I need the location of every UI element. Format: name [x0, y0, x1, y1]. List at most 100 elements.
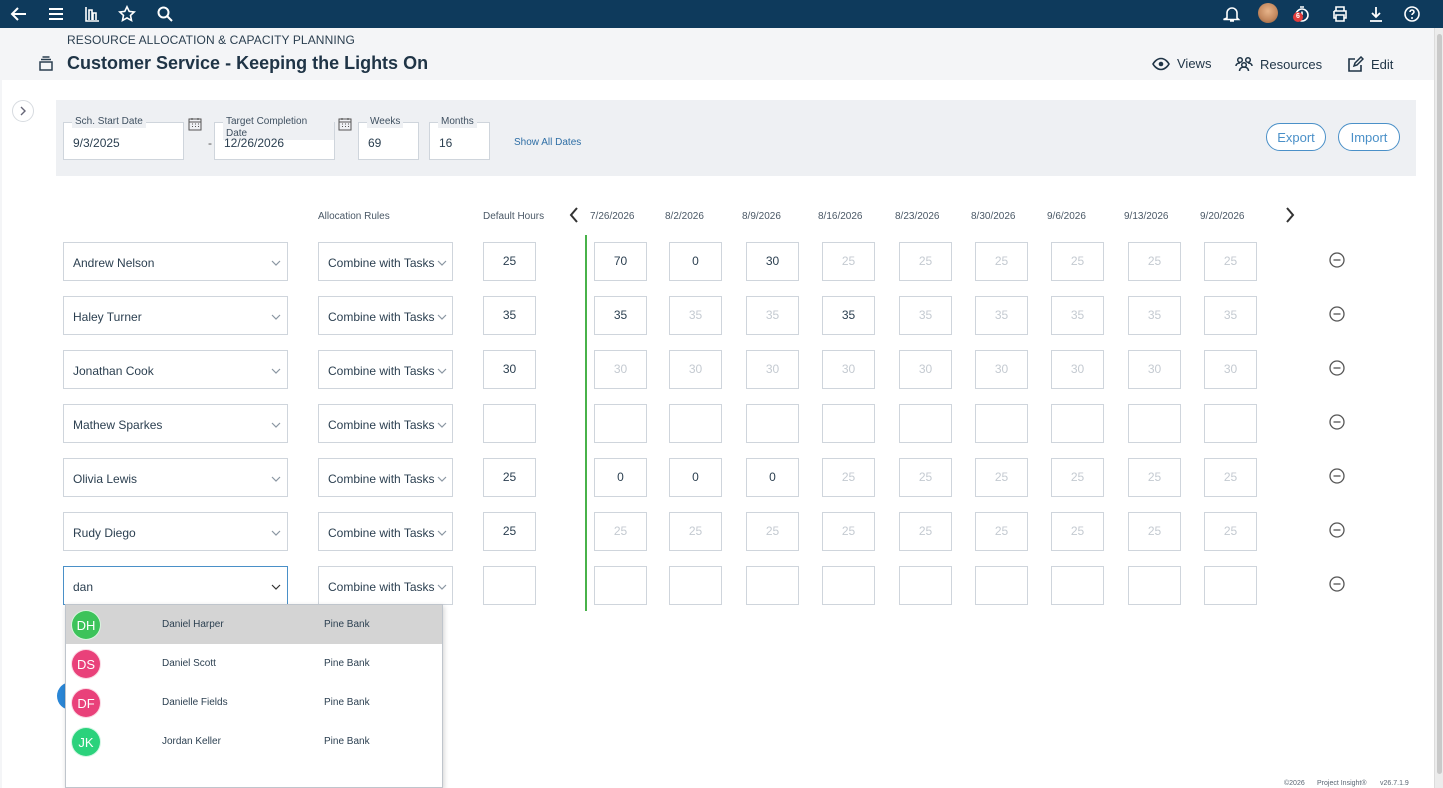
week-hours-input[interactable] — [1128, 404, 1181, 443]
user-avatar[interactable] — [1258, 3, 1278, 23]
views-button[interactable]: Views — [1152, 56, 1211, 71]
prev-weeks-button[interactable] — [568, 206, 580, 229]
resources-button[interactable]: Resources — [1235, 56, 1322, 72]
week-hours-input[interactable]: 0 — [669, 242, 722, 281]
week-hours-input[interactable]: 25 — [822, 242, 875, 281]
allocation-rule-select[interactable]: Combine with Tasks — [318, 566, 453, 605]
target-date-field[interactable]: Target Completion Date 12/26/2026 — [214, 116, 335, 160]
remove-row-icon[interactable] — [1329, 252, 1345, 268]
week-hours-input[interactable]: 25 — [899, 242, 952, 281]
star-icon[interactable] — [115, 2, 139, 26]
default-hours-input[interactable]: 25 — [483, 242, 536, 281]
show-all-dates-link[interactable]: Show All Dates — [514, 137, 581, 148]
print-icon[interactable] — [1328, 2, 1352, 26]
week-hours-input[interactable]: 30 — [746, 350, 799, 389]
week-hours-input[interactable]: 25 — [1128, 242, 1181, 281]
resource-select[interactable]: dan — [63, 566, 288, 605]
week-hours-input[interactable]: 25 — [1204, 458, 1257, 497]
week-hours-input[interactable]: 25 — [822, 512, 875, 551]
week-hours-input[interactable]: 25 — [975, 458, 1028, 497]
week-hours-input[interactable]: 25 — [1051, 242, 1104, 281]
resource-select[interactable]: Andrew Nelson — [63, 242, 288, 281]
week-hours-input[interactable]: 30 — [1128, 350, 1181, 389]
week-hours-input[interactable]: 30 — [899, 350, 952, 389]
breadcrumb[interactable]: RESOURCE ALLOCATION & CAPACITY PLANNING — [67, 33, 355, 47]
week-hours-input[interactable]: 70 — [594, 242, 647, 281]
week-hours-input[interactable]: 25 — [1128, 512, 1181, 551]
week-hours-input[interactable] — [1204, 566, 1257, 605]
default-hours-input[interactable] — [483, 404, 536, 443]
help-icon[interactable] — [1400, 2, 1424, 26]
weeks-field[interactable]: Weeks 69 — [358, 116, 419, 160]
resource-select[interactable]: Rudy Diego — [63, 512, 288, 551]
week-hours-input[interactable] — [669, 404, 722, 443]
week-hours-input[interactable] — [594, 566, 647, 605]
week-hours-input[interactable]: 30 — [822, 350, 875, 389]
week-hours-input[interactable] — [975, 404, 1028, 443]
edit-button[interactable]: Edit — [1347, 56, 1393, 73]
week-hours-input[interactable]: 25 — [899, 512, 952, 551]
week-hours-input[interactable]: 25 — [669, 512, 722, 551]
week-hours-input[interactable] — [669, 566, 722, 605]
months-field[interactable]: Months 16 — [429, 116, 490, 160]
sidebar-toggle[interactable] — [12, 100, 34, 122]
week-hours-input[interactable] — [746, 404, 799, 443]
week-hours-input[interactable]: 30 — [669, 350, 722, 389]
week-hours-input[interactable] — [1051, 404, 1104, 443]
week-hours-input[interactable] — [1204, 404, 1257, 443]
dropdown-option[interactable]: DH Daniel Harper Pine Bank — [66, 605, 442, 644]
week-hours-input[interactable] — [899, 404, 952, 443]
week-hours-input[interactable]: 30 — [1204, 350, 1257, 389]
week-hours-input[interactable] — [1128, 566, 1181, 605]
week-hours-input[interactable]: 35 — [594, 296, 647, 335]
allocation-rule-select[interactable]: Combine with Tasks — [318, 458, 453, 497]
import-button[interactable]: Import — [1338, 123, 1400, 151]
resource-select[interactable]: Haley Turner — [63, 296, 288, 335]
week-hours-input[interactable]: 35 — [975, 296, 1028, 335]
week-hours-input[interactable] — [822, 404, 875, 443]
bell-icon[interactable] — [1220, 2, 1244, 26]
week-hours-input[interactable]: 30 — [975, 350, 1028, 389]
start-date-field[interactable]: Sch. Start Date 9/3/2025 — [63, 116, 184, 160]
week-hours-input[interactable]: 25 — [975, 512, 1028, 551]
remove-row-icon[interactable] — [1329, 576, 1345, 592]
week-hours-input[interactable]: 0 — [669, 458, 722, 497]
default-hours-input[interactable]: 35 — [483, 296, 536, 335]
dropdown-option[interactable]: DF Danielle Fields Pine Bank — [66, 683, 442, 722]
week-hours-input[interactable] — [975, 566, 1028, 605]
dropdown-option[interactable]: JK Jordan Keller Pine Bank — [66, 722, 442, 761]
week-hours-input[interactable]: 35 — [1204, 296, 1257, 335]
week-hours-input[interactable]: 35 — [899, 296, 952, 335]
week-hours-input[interactable]: 25 — [746, 512, 799, 551]
default-hours-input[interactable]: 30 — [483, 350, 536, 389]
remove-row-icon[interactable] — [1329, 306, 1345, 322]
start-calendar-icon[interactable] — [188, 117, 202, 136]
resource-select[interactable]: Mathew Sparkes — [63, 404, 288, 443]
allocation-rule-select[interactable]: Combine with Tasks — [318, 242, 453, 281]
week-hours-input[interactable] — [746, 566, 799, 605]
week-hours-input[interactable]: 0 — [746, 458, 799, 497]
page-scrollbar[interactable] — [1434, 28, 1443, 788]
reports-icon[interactable] — [80, 2, 104, 26]
week-hours-input[interactable]: 35 — [1051, 296, 1104, 335]
week-hours-input[interactable]: 30 — [594, 350, 647, 389]
week-hours-input[interactable]: 35 — [669, 296, 722, 335]
week-hours-input[interactable]: 25 — [1051, 512, 1104, 551]
default-hours-input[interactable] — [483, 566, 536, 605]
week-hours-input[interactable] — [1051, 566, 1104, 605]
week-hours-input[interactable]: 30 — [746, 242, 799, 281]
search-icon[interactable] — [153, 2, 177, 26]
week-hours-input[interactable]: 35 — [1128, 296, 1181, 335]
week-hours-input[interactable] — [594, 404, 647, 443]
remove-row-icon[interactable] — [1329, 522, 1345, 538]
allocation-rule-select[interactable]: Combine with Tasks — [318, 512, 453, 551]
export-button[interactable]: Export — [1266, 123, 1326, 151]
week-hours-input[interactable]: 35 — [822, 296, 875, 335]
menu-icon[interactable] — [44, 2, 68, 26]
remove-row-icon[interactable] — [1329, 360, 1345, 376]
resource-select[interactable]: Olivia Lewis — [63, 458, 288, 497]
week-hours-input[interactable]: 25 — [1051, 458, 1104, 497]
week-hours-input[interactable]: 30 — [1051, 350, 1104, 389]
remove-row-icon[interactable] — [1329, 414, 1345, 430]
target-calendar-icon[interactable] — [338, 117, 352, 136]
